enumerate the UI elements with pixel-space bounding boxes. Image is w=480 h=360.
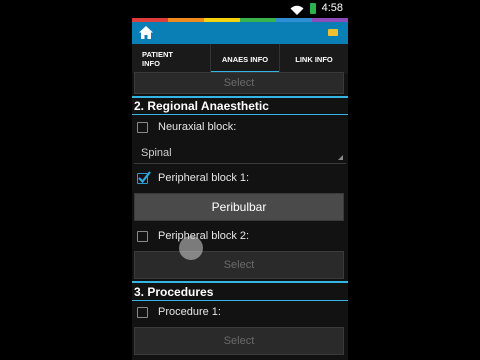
checkmark-icon [138, 170, 151, 183]
peripheral-block-2-label: Peripheral block 2: [158, 230, 250, 242]
neuraxial-label: Neuraxial block: [158, 121, 237, 133]
tab-label: LINK INFO [295, 54, 333, 64]
status-time: 4:58 [321, 2, 343, 14]
tab-link-info[interactable]: LINK INFO [279, 44, 348, 74]
home-icon[interactable] [138, 25, 154, 45]
peripheral-block-2-checkbox[interactable] [137, 230, 148, 242]
action-bar [132, 22, 348, 44]
peripheral-block-1-label: Peripheral block 1: [158, 172, 250, 184]
touch-indicator [179, 236, 203, 260]
peripheral-block-1-row[interactable]: Peripheral block 1: [137, 170, 250, 184]
anaes-info-form[interactable]: Select 2. Regional Anaesthetic Neuraxial… [132, 72, 348, 360]
peripheral-block-2-select-button[interactable]: Select [134, 251, 344, 279]
section-divider [132, 114, 348, 115]
section-divider [132, 300, 348, 301]
section-divider [132, 96, 348, 98]
top-select-button[interactable]: Select [134, 72, 344, 94]
procedure-1-select-button[interactable]: Select [134, 327, 344, 355]
tab-bar: PATIENT INFO ANAES INFO LINK INFO [132, 44, 348, 74]
procedure-1-label: Procedure 1: [158, 306, 221, 318]
section-title-procedures: 3. Procedures [134, 285, 214, 299]
section-title-regional: 2. Regional Anaesthetic [134, 99, 269, 113]
tab-patient-info[interactable]: PATIENT INFO [132, 44, 210, 74]
procedure-1-row[interactable]: Procedure 1: [137, 306, 221, 318]
neuraxial-spinner[interactable]: Spinal [134, 142, 346, 164]
neuraxial-spinner-value: Spinal [141, 146, 172, 159]
tab-anaes-info[interactable]: ANAES INFO [210, 44, 279, 74]
status-bar: 4:58 [132, 0, 348, 18]
phone-screen: 4:58 PATIENT INFO ANAES INFO LINK INFO S… [132, 0, 348, 360]
tab-label: PATIENT INFO [142, 50, 173, 68]
peripheral-block-1-button[interactable]: Peribulbar [134, 193, 344, 221]
procedure-1-checkbox[interactable] [137, 306, 148, 318]
neuraxial-checkbox[interactable] [137, 121, 148, 133]
peripheral-block-1-checkbox[interactable] [137, 170, 151, 184]
battery-icon [310, 3, 316, 14]
neuraxial-block-row[interactable]: Neuraxial block: [137, 121, 236, 133]
section-divider [132, 281, 348, 283]
tab-label: ANAES INFO [221, 54, 269, 64]
menu-icon[interactable] [328, 29, 338, 36]
dropdown-icon [338, 155, 343, 160]
